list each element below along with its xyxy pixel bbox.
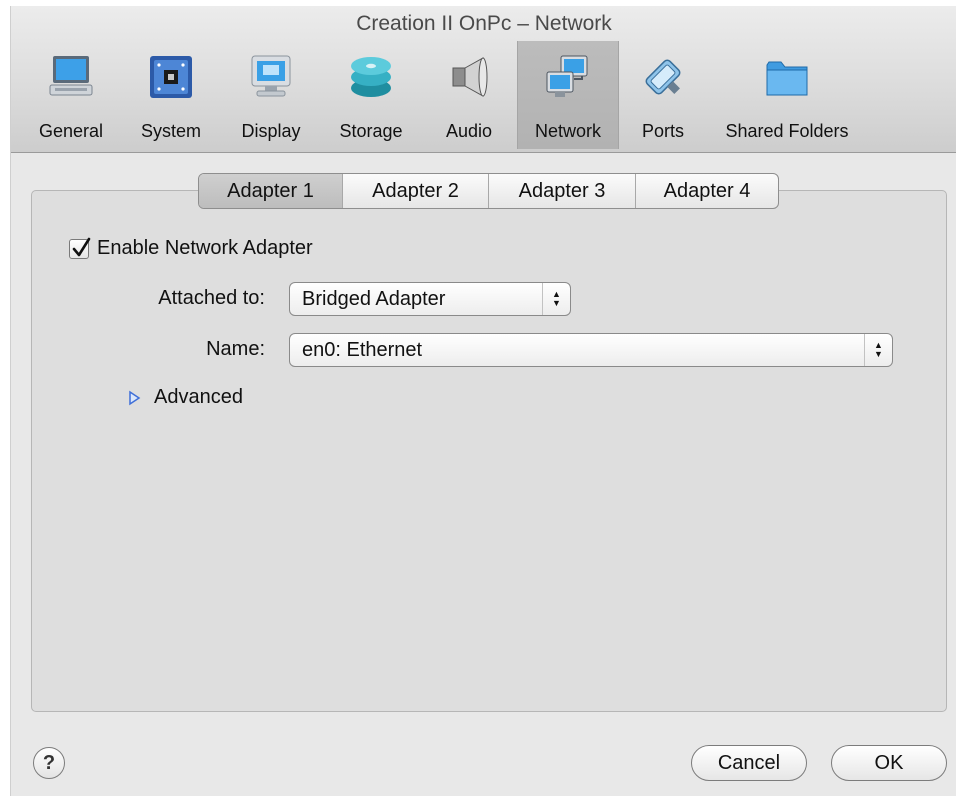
toolbar-item-network[interactable]: Network: [517, 41, 619, 149]
enable-adapter-row: Enable Network Adapter: [69, 237, 313, 260]
toolbar-item-display[interactable]: Display: [225, 41, 317, 149]
network-icon: [546, 55, 588, 97]
toolbar: Creation II OnPc – Network General Syste…: [11, 6, 956, 153]
checkmark-icon: [72, 237, 91, 256]
toolbar-label: Ports: [641, 121, 684, 141]
toolbar-label: Audio: [445, 121, 493, 141]
toolbar-label: Display: [241, 121, 301, 141]
attached-to-select[interactable]: Bridged Adapter ▲ ▼: [289, 282, 571, 316]
updown-arrows-icon: ▲ ▼: [542, 283, 570, 315]
speaker-icon: [452, 57, 488, 97]
tab-adapter-3[interactable]: Adapter 3: [488, 174, 635, 208]
ok-button[interactable]: OK: [831, 745, 947, 781]
window-title: Creation II OnPc – Network: [356, 12, 612, 35]
help-button[interactable]: ?: [33, 747, 65, 779]
tab-adapter-1[interactable]: Adapter 1: [199, 174, 342, 208]
toolbar-item-shared-folders[interactable]: Shared Folders: [711, 41, 863, 149]
toolbar-item-system[interactable]: System: [125, 41, 217, 149]
toolbar-item-general[interactable]: General: [25, 41, 117, 149]
tab-adapter-2[interactable]: Adapter 2: [342, 174, 488, 208]
settings-window: Creation II OnPc – Network General Syste…: [10, 6, 956, 796]
toolbar-item-audio[interactable]: Audio: [425, 41, 513, 149]
adapter-panel: [31, 190, 947, 712]
advanced-disclosure[interactable]: Advanced: [126, 386, 243, 409]
tab-adapter-4[interactable]: Adapter 4: [635, 174, 778, 208]
chip-icon: [150, 56, 192, 98]
ports-icon: [645, 59, 681, 95]
name-label: Name:: [206, 338, 265, 360]
enable-adapter-label: Enable Network Adapter: [97, 237, 313, 259]
toolbar-label: General: [38, 121, 104, 141]
name-value: en0: Ethernet: [302, 338, 423, 361]
attached-to-value: Bridged Adapter: [302, 287, 446, 310]
toolbar-label: Storage: [339, 121, 403, 141]
folder-icon: [766, 61, 808, 96]
toolbar-item-ports[interactable]: Ports: [623, 41, 703, 149]
disks-icon: [351, 57, 391, 97]
display-icon: [251, 55, 291, 97]
toolbar-label: System: [140, 121, 201, 141]
toolbar-item-storage[interactable]: Storage: [325, 41, 417, 149]
toolbar-label: Shared Folders: [725, 121, 849, 141]
toolbar-label: Network: [534, 121, 601, 141]
adapter-tabs: Adapter 1 Adapter 2 Adapter 3 Adapter 4: [198, 173, 779, 209]
name-select[interactable]: en0: Ethernet ▲ ▼: [289, 333, 893, 367]
monitor-icon: [49, 56, 93, 96]
updown-arrows-icon: ▲ ▼: [864, 334, 892, 366]
advanced-label: Advanced: [154, 386, 243, 408]
cancel-button[interactable]: Cancel: [691, 745, 807, 781]
disclosure-triangle-icon: [129, 390, 141, 405]
attached-to-label: Attached to:: [158, 287, 265, 309]
enable-adapter-checkbox[interactable]: [69, 237, 91, 259]
